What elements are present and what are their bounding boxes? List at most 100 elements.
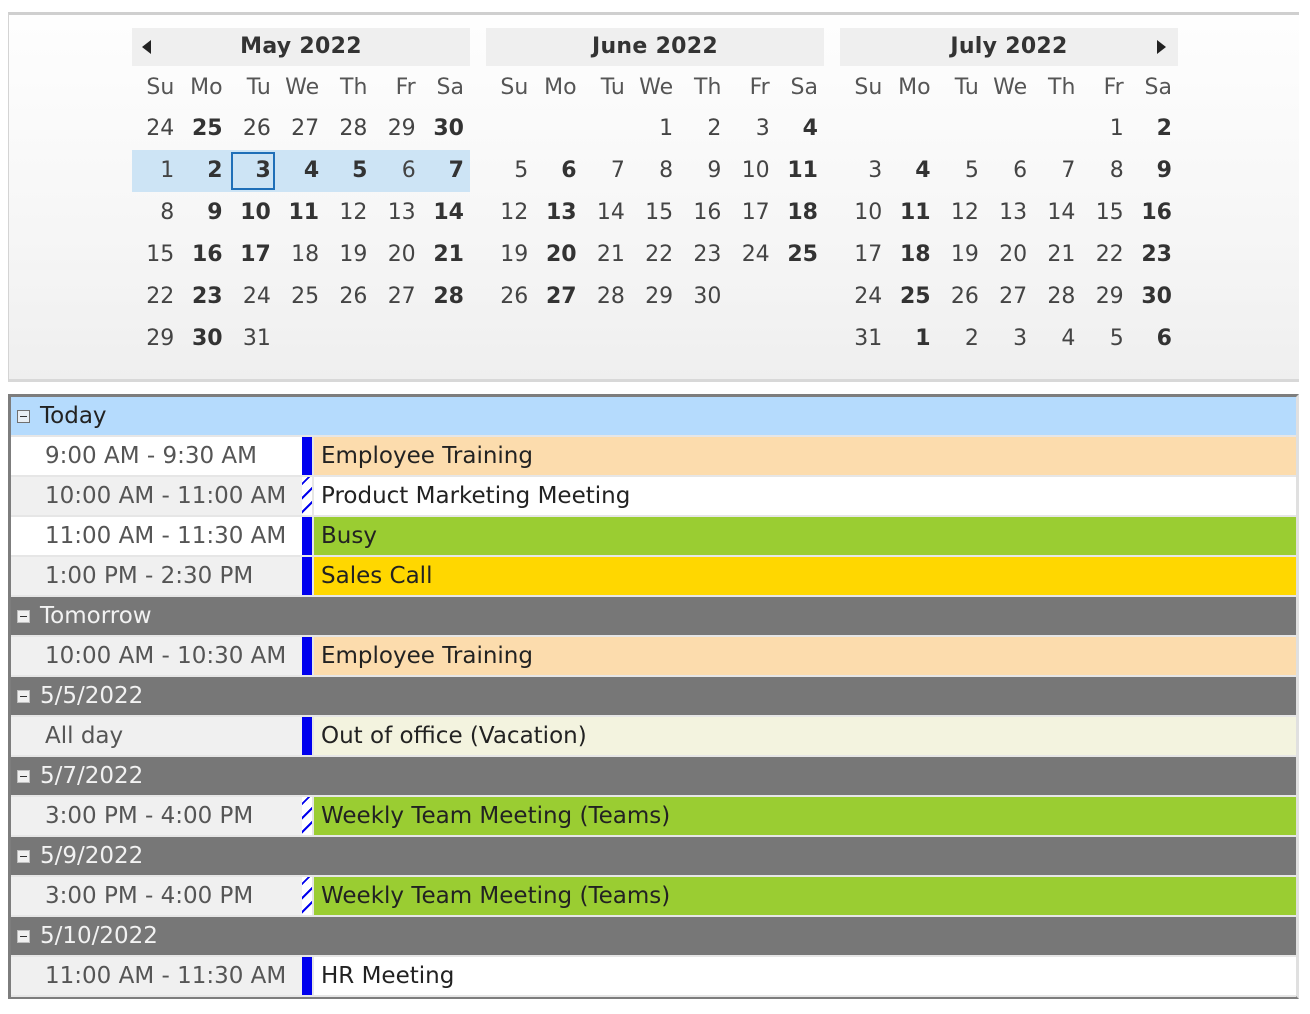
calendar-day[interactable]: 12: [937, 192, 985, 234]
group-header[interactable]: 5/10/2022: [11, 917, 1296, 957]
calendar-day[interactable]: 28: [422, 276, 470, 318]
calendar-day[interactable]: 25: [776, 234, 824, 276]
appointment-row[interactable]: 1:00 PM - 2:30 PM Sales Call: [11, 557, 1296, 597]
calendar-day[interactable]: 31: [840, 318, 888, 360]
calendar-day[interactable]: 19: [937, 234, 985, 276]
calendar-day[interactable]: 16: [679, 192, 727, 234]
calendar-day[interactable]: 27: [277, 108, 325, 150]
calendar-day[interactable]: 15: [631, 192, 679, 234]
calendar-day[interactable]: 14: [422, 192, 470, 234]
calendar-day[interactable]: 24: [229, 276, 277, 318]
calendar-day[interactable]: 20: [534, 234, 582, 276]
calendar-day[interactable]: 13: [373, 192, 421, 234]
group-header[interactable]: 5/9/2022: [11, 837, 1296, 877]
calendar-day[interactable]: 17: [727, 192, 775, 234]
calendar-day[interactable]: 27: [534, 276, 582, 318]
calendar-day[interactable]: 20: [373, 234, 421, 276]
calendar-day[interactable]: 10: [727, 150, 775, 192]
calendar-day[interactable]: 3: [727, 108, 775, 150]
calendar-day[interactable]: 15: [1081, 192, 1129, 234]
calendar-day[interactable]: 30: [679, 276, 727, 318]
calendar-day[interactable]: 26: [937, 276, 985, 318]
calendar-day[interactable]: 31: [229, 318, 277, 360]
calendar-day[interactable]: 11: [888, 192, 936, 234]
calendar-day[interactable]: 1: [1081, 108, 1129, 150]
calendar-day[interactable]: 6: [1130, 318, 1178, 360]
collapse-icon[interactable]: [17, 409, 30, 423]
calendar-day[interactable]: 4: [776, 108, 824, 150]
calendar-day[interactable]: 10: [840, 192, 888, 234]
calendar-day[interactable]: 23: [180, 276, 228, 318]
calendar-day[interactable]: 19: [325, 234, 373, 276]
calendar-day[interactable]: 21: [1033, 234, 1081, 276]
calendar-day[interactable]: 20: [985, 234, 1033, 276]
calendar-day[interactable]: 18: [776, 192, 824, 234]
calendar-day[interactable]: 10: [229, 192, 277, 234]
group-header[interactable]: 5/7/2022: [11, 757, 1296, 797]
calendar-day[interactable]: 2: [1130, 108, 1178, 150]
collapse-icon[interactable]: [17, 609, 30, 623]
collapse-icon[interactable]: [17, 689, 30, 703]
appointment-row[interactable]: 10:00 AM - 11:00 AM Product Marketing Mee…: [11, 477, 1296, 517]
calendar-day[interactable]: 25: [180, 108, 228, 150]
calendar-day[interactable]: 9: [180, 192, 228, 234]
calendar-day[interactable]: 9: [1130, 150, 1178, 192]
calendar-day[interactable]: 14: [583, 192, 631, 234]
calendar-day[interactable]: 4: [888, 150, 936, 192]
calendar-day[interactable]: 21: [583, 234, 631, 276]
calendar-day[interactable]: 18: [888, 234, 936, 276]
calendar-day[interactable]: 22: [631, 234, 679, 276]
calendar-day[interactable]: 27: [985, 276, 1033, 318]
calendar-day[interactable]: 11: [776, 150, 824, 192]
calendar-day[interactable]: 15: [132, 234, 180, 276]
appointment-row[interactable]: 3:00 PM - 4:00 PM Weekly Team Meeting (Te…: [11, 877, 1296, 917]
calendar-day[interactable]: 1: [631, 108, 679, 150]
calendar-day[interactable]: 6: [373, 150, 421, 192]
calendar-day[interactable]: 25: [277, 276, 325, 318]
calendar-day[interactable]: 1: [132, 150, 180, 192]
calendar-day[interactable]: 12: [325, 192, 373, 234]
group-header[interactable]: Tomorrow: [11, 597, 1296, 637]
calendar-day[interactable]: 30: [180, 318, 228, 360]
calendar-day[interactable]: 3: [840, 150, 888, 192]
calendar-day[interactable]: 11: [277, 192, 325, 234]
calendar-day[interactable]: 6: [985, 150, 1033, 192]
calendar-day[interactable]: 7: [583, 150, 631, 192]
calendar-day[interactable]: 24: [727, 234, 775, 276]
calendar-day[interactable]: 13: [985, 192, 1033, 234]
calendar-day[interactable]: 8: [132, 192, 180, 234]
calendar-day-today[interactable]: 3: [229, 150, 277, 192]
calendar-day[interactable]: 2: [679, 108, 727, 150]
calendar-day[interactable]: 18: [277, 234, 325, 276]
calendar-day[interactable]: 22: [1081, 234, 1129, 276]
prev-month-button[interactable]: [136, 28, 160, 66]
calendar-day[interactable]: 8: [631, 150, 679, 192]
calendar-day[interactable]: 16: [1130, 192, 1178, 234]
calendar-day[interactable]: 9: [679, 150, 727, 192]
calendar-day[interactable]: 5: [1081, 318, 1129, 360]
calendar-day[interactable]: 26: [486, 276, 534, 318]
calendar-day[interactable]: 17: [229, 234, 277, 276]
collapse-icon[interactable]: [17, 849, 30, 863]
calendar-day[interactable]: 24: [840, 276, 888, 318]
calendar-day[interactable]: 17: [840, 234, 888, 276]
calendar-day[interactable]: 5: [486, 150, 534, 192]
calendar-day[interactable]: 5: [937, 150, 985, 192]
calendar-day[interactable]: 30: [422, 108, 470, 150]
calendar-day[interactable]: 29: [1081, 276, 1129, 318]
calendar-day[interactable]: 21: [422, 234, 470, 276]
calendar-day[interactable]: 28: [583, 276, 631, 318]
calendar-day[interactable]: 7: [422, 150, 470, 192]
calendar-day[interactable]: 14: [1033, 192, 1081, 234]
calendar-day[interactable]: 27: [373, 276, 421, 318]
calendar-day[interactable]: 26: [325, 276, 373, 318]
calendar-day[interactable]: 23: [1130, 234, 1178, 276]
calendar-day[interactable]: 25: [888, 276, 936, 318]
appointment-row[interactable]: All day Out of office (Vacation): [11, 717, 1296, 757]
appointment-row[interactable]: 3:00 PM - 4:00 PM Weekly Team Meeting (Te…: [11, 797, 1296, 837]
calendar-day[interactable]: 24: [132, 108, 180, 150]
calendar-day[interactable]: 6: [534, 150, 582, 192]
calendar-day[interactable]: 2: [180, 150, 228, 192]
calendar-day[interactable]: 7: [1033, 150, 1081, 192]
group-header[interactable]: 5/5/2022: [11, 677, 1296, 717]
